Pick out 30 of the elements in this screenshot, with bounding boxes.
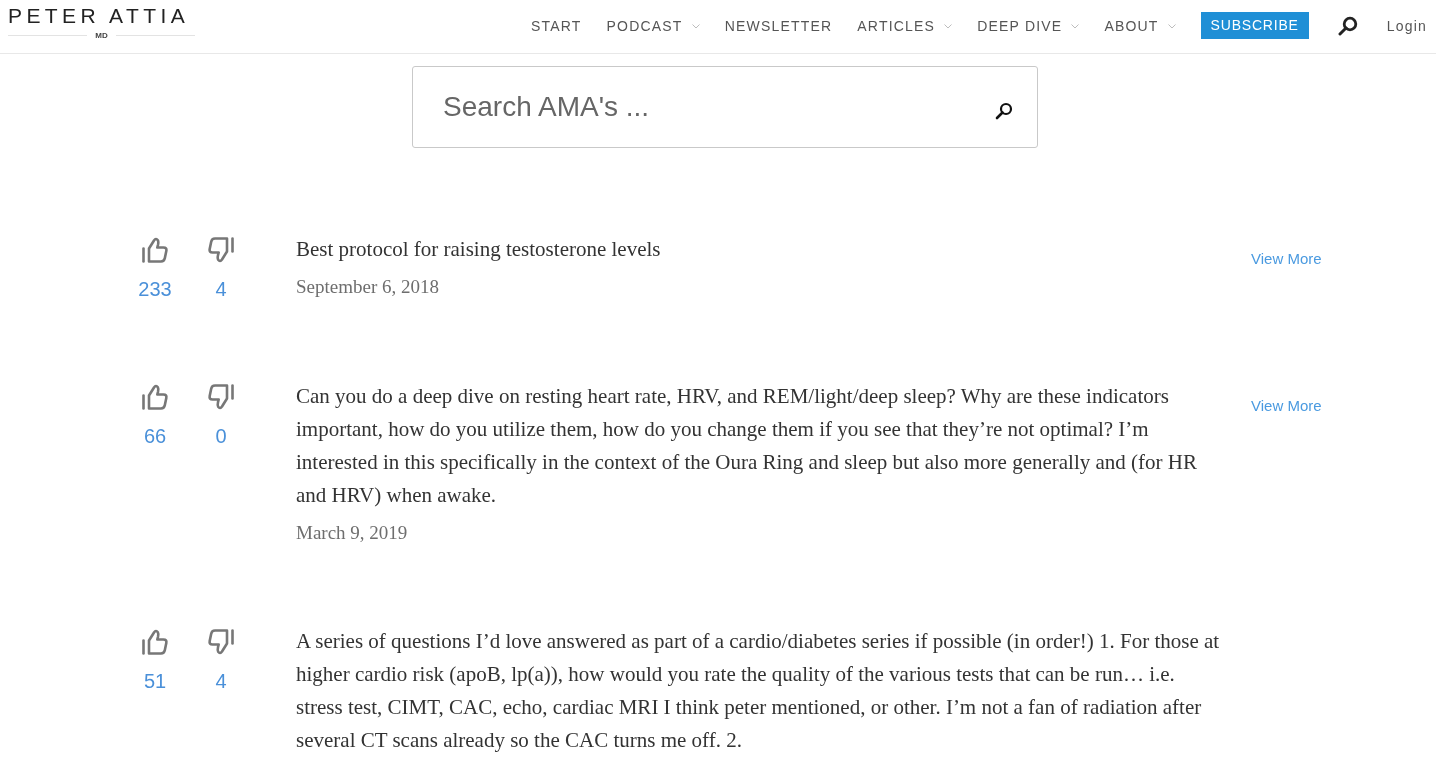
question-date: September 6, 2018 bbox=[296, 275, 439, 299]
nav-link[interactable]: PODCAST bbox=[606, 16, 700, 37]
downvote-count: 0 bbox=[215, 424, 227, 448]
search-icon[interactable] bbox=[1337, 15, 1358, 36]
nav-link[interactable]: NEWSLETTER bbox=[724, 16, 833, 37]
thumbs-down-icon[interactable] bbox=[207, 628, 235, 656]
thumbs-down-icon[interactable] bbox=[207, 383, 235, 411]
nav-link[interactable]: START bbox=[530, 16, 582, 37]
thumbs-up-icon[interactable] bbox=[141, 236, 169, 264]
downvote-count: 4 bbox=[215, 669, 227, 693]
upvote-count: 51 bbox=[143, 669, 167, 693]
question-text: Can you do a deep dive on resting heart rate, HRV, and REM/light/deep sleep? Why are these indicators important, how do you utilize them, how do you change them if you see that they’re not optimal? I’m interested in this specifically in the context of the Oura Ring and sleep but also more generally and (for HR and HRV) when awake. bbox=[296, 383, 1198, 509]
thumbs-down-icon[interactable] bbox=[207, 236, 235, 264]
logo-subtitle: MD bbox=[95, 31, 108, 40]
downvote-count: 4 bbox=[215, 277, 227, 301]
subscribe-button[interactable]: SUBSCRIBE bbox=[1200, 11, 1309, 39]
nav-link[interactable]: DEEP DIVE bbox=[977, 16, 1080, 37]
thumbs-up-icon[interactable] bbox=[141, 383, 169, 411]
upvote-count: 233 bbox=[138, 277, 172, 301]
nav-link[interactable]: ABOUT bbox=[1104, 16, 1176, 37]
question-text: A series of questions I’d love answered as part of a cardio/diabetes series if possible (in order!) 1. For those at higher cardio risk (apoB, lp(a)), how would you rate the quality of the various tests that can be run… i.e. stress test, CIMT, CAC, echo, cardiac MRI I think peter mentioned, or other. I’m not a fan of radiation after several CT scans already so the CAC turns me off. 2. bbox=[296, 628, 1221, 754]
nav-link[interactable]: ARTICLES bbox=[857, 16, 953, 37]
login-link[interactable]: Login bbox=[1386, 16, 1427, 37]
search-field[interactable]: Search AMA's ... bbox=[412, 66, 1038, 148]
upvote-count: 66 bbox=[143, 424, 167, 448]
question-date: March 9, 2019 bbox=[296, 521, 408, 545]
question-text: Best protocol for raising testosterone levels bbox=[296, 236, 661, 263]
thumbs-up-icon[interactable] bbox=[141, 628, 169, 656]
search-icon[interactable] bbox=[995, 102, 1013, 120]
logo-text[interactable]: PETER ATTIA bbox=[8, 4, 190, 28]
